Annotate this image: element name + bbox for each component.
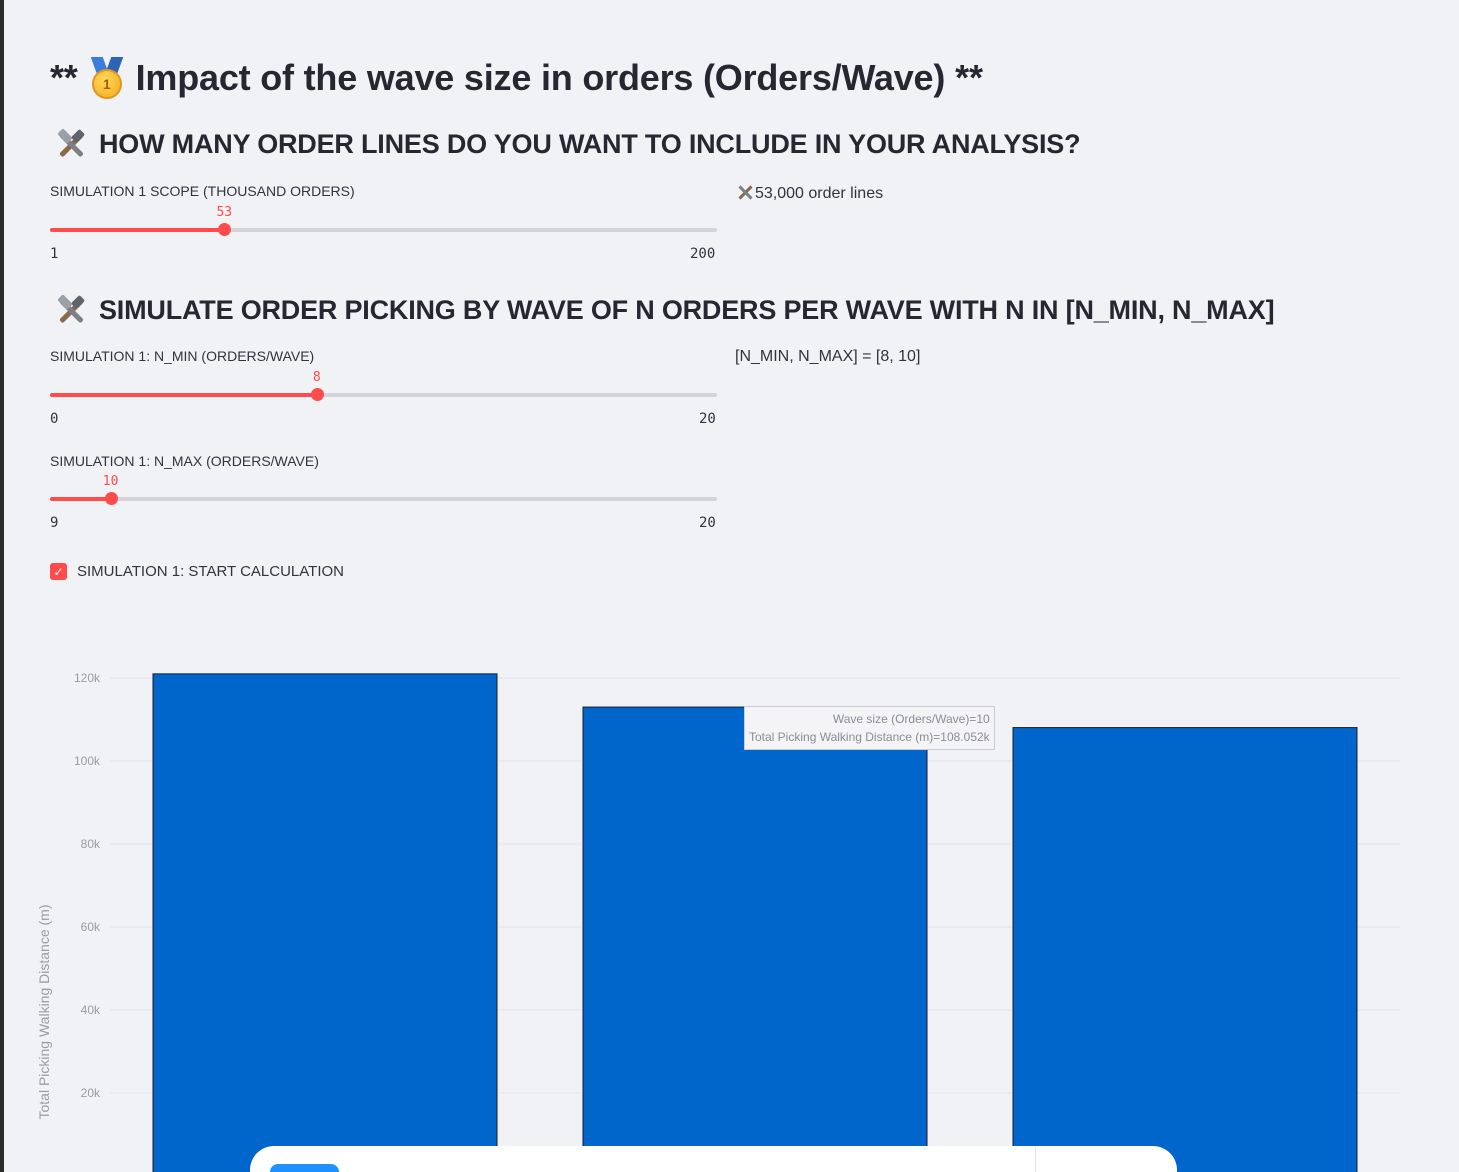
page-title: ** 1 Impact of the wave size in orders (… bbox=[50, 52, 983, 104]
start-calculation-checkbox[interactable]: ✓ bbox=[50, 563, 67, 580]
nmax-slider-max: 20 bbox=[699, 515, 716, 531]
y-tick-label: 20k bbox=[81, 1086, 101, 1100]
y-tick-label: 80k bbox=[81, 837, 101, 851]
tooltip-line-2: Total Picking Walking Distance (m)=108.0… bbox=[749, 730, 990, 744]
hammer-wrench-icon bbox=[737, 183, 755, 201]
scope-slider-min: 1 bbox=[50, 246, 59, 262]
scope-slider-label: SIMULATION 1 SCOPE (THOUSAND ORDERS) bbox=[50, 183, 355, 199]
nmax-slider-min: 9 bbox=[50, 515, 59, 531]
section-heading-text: SIMULATE ORDER PICKING BY WAVE OF N ORDE… bbox=[99, 294, 1275, 325]
chart-svg: 20k 40k 60k 80k 100k 120k Total Picking Walkin… bbox=[36, 671, 1400, 1172]
title-text: Impact of the wave size in orders (Order… bbox=[135, 57, 946, 98]
nmax-slider-fill bbox=[50, 497, 111, 501]
chart-tooltip: Wave size (Orders/Wave)=10 Total Picking… bbox=[744, 706, 995, 750]
medal-number: 1 bbox=[91, 69, 122, 99]
bar-wave-size-10 bbox=[1012, 727, 1358, 1172]
nmax-slider[interactable] bbox=[50, 492, 717, 505]
scope-slider-max: 200 bbox=[690, 246, 716, 262]
nmax-slider-thumb[interactable] bbox=[104, 492, 118, 505]
tooltip-line-1: Wave size (Orders/Wave)=10 bbox=[832, 712, 990, 726]
scope-result-text: 53,000 order lines bbox=[755, 185, 884, 202]
nmin-slider[interactable] bbox=[50, 388, 717, 401]
nmax-slider-label: SIMULATION 1: N_MAX (ORDERS/WAVE) bbox=[50, 453, 319, 469]
bottom-toolbar-button[interactable] bbox=[270, 1164, 339, 1172]
title-prefix: ** bbox=[50, 57, 78, 98]
section-heading-simulate: SIMULATE ORDER PICKING BY WAVE OF N ORDE… bbox=[55, 293, 1275, 327]
nmin-slider-max: 20 bbox=[699, 411, 716, 427]
y-axis-title: Total Picking Walking Distance (m) bbox=[36, 905, 52, 1120]
walking-distance-bar-chart: 20k 40k 60k 80k 100k 120k Total Picking Walkin… bbox=[0, 600, 1459, 1172]
scope-slider[interactable] bbox=[50, 223, 717, 236]
nmin-slider-fill bbox=[50, 393, 317, 397]
nmin-slider-value: 8 bbox=[312, 370, 321, 385]
y-tick-label: 100k bbox=[74, 754, 101, 768]
bottom-toolbar-panel bbox=[250, 1146, 1177, 1172]
nmin-slider-min: 0 bbox=[50, 411, 59, 427]
section-heading-text: HOW MANY ORDER LINES DO YOU WANT TO INCL… bbox=[99, 128, 1081, 159]
start-calculation-checkbox-row[interactable]: ✓ SIMULATION 1: START CALCULATION bbox=[50, 563, 344, 580]
nmin-slider-thumb[interactable] bbox=[310, 388, 324, 401]
bar-wave-size-8 bbox=[152, 673, 498, 1172]
title-suffix: ** bbox=[955, 57, 983, 98]
scope-slider-fill bbox=[50, 228, 225, 232]
section-heading-order-lines: HOW MANY ORDER LINES DO YOU WANT TO INCL… bbox=[55, 127, 1081, 161]
hammer-wrench-icon bbox=[55, 128, 87, 160]
y-tick-label: 120k bbox=[74, 671, 101, 685]
bottom-toolbar-divider bbox=[1035, 1146, 1036, 1172]
gold-medal-icon: 1 bbox=[88, 57, 126, 99]
scope-result: 53,000 order lines bbox=[737, 183, 883, 203]
bar-wave-size-9 bbox=[582, 706, 928, 1172]
hammer-wrench-icon bbox=[55, 294, 87, 326]
start-calculation-label: SIMULATION 1: START CALCULATION bbox=[77, 563, 344, 580]
nmax-slider-value: 10 bbox=[102, 474, 119, 489]
y-tick-label: 60k bbox=[81, 920, 101, 934]
nmin-slider-label: SIMULATION 1: N_MIN (ORDERS/WAVE) bbox=[50, 348, 315, 364]
scope-slider-thumb[interactable] bbox=[218, 223, 232, 236]
y-tick-label: 40k bbox=[81, 1003, 101, 1017]
scope-slider-value: 53 bbox=[216, 205, 233, 220]
range-result: [N_MIN, N_MAX] = [8, 10] bbox=[735, 348, 921, 365]
